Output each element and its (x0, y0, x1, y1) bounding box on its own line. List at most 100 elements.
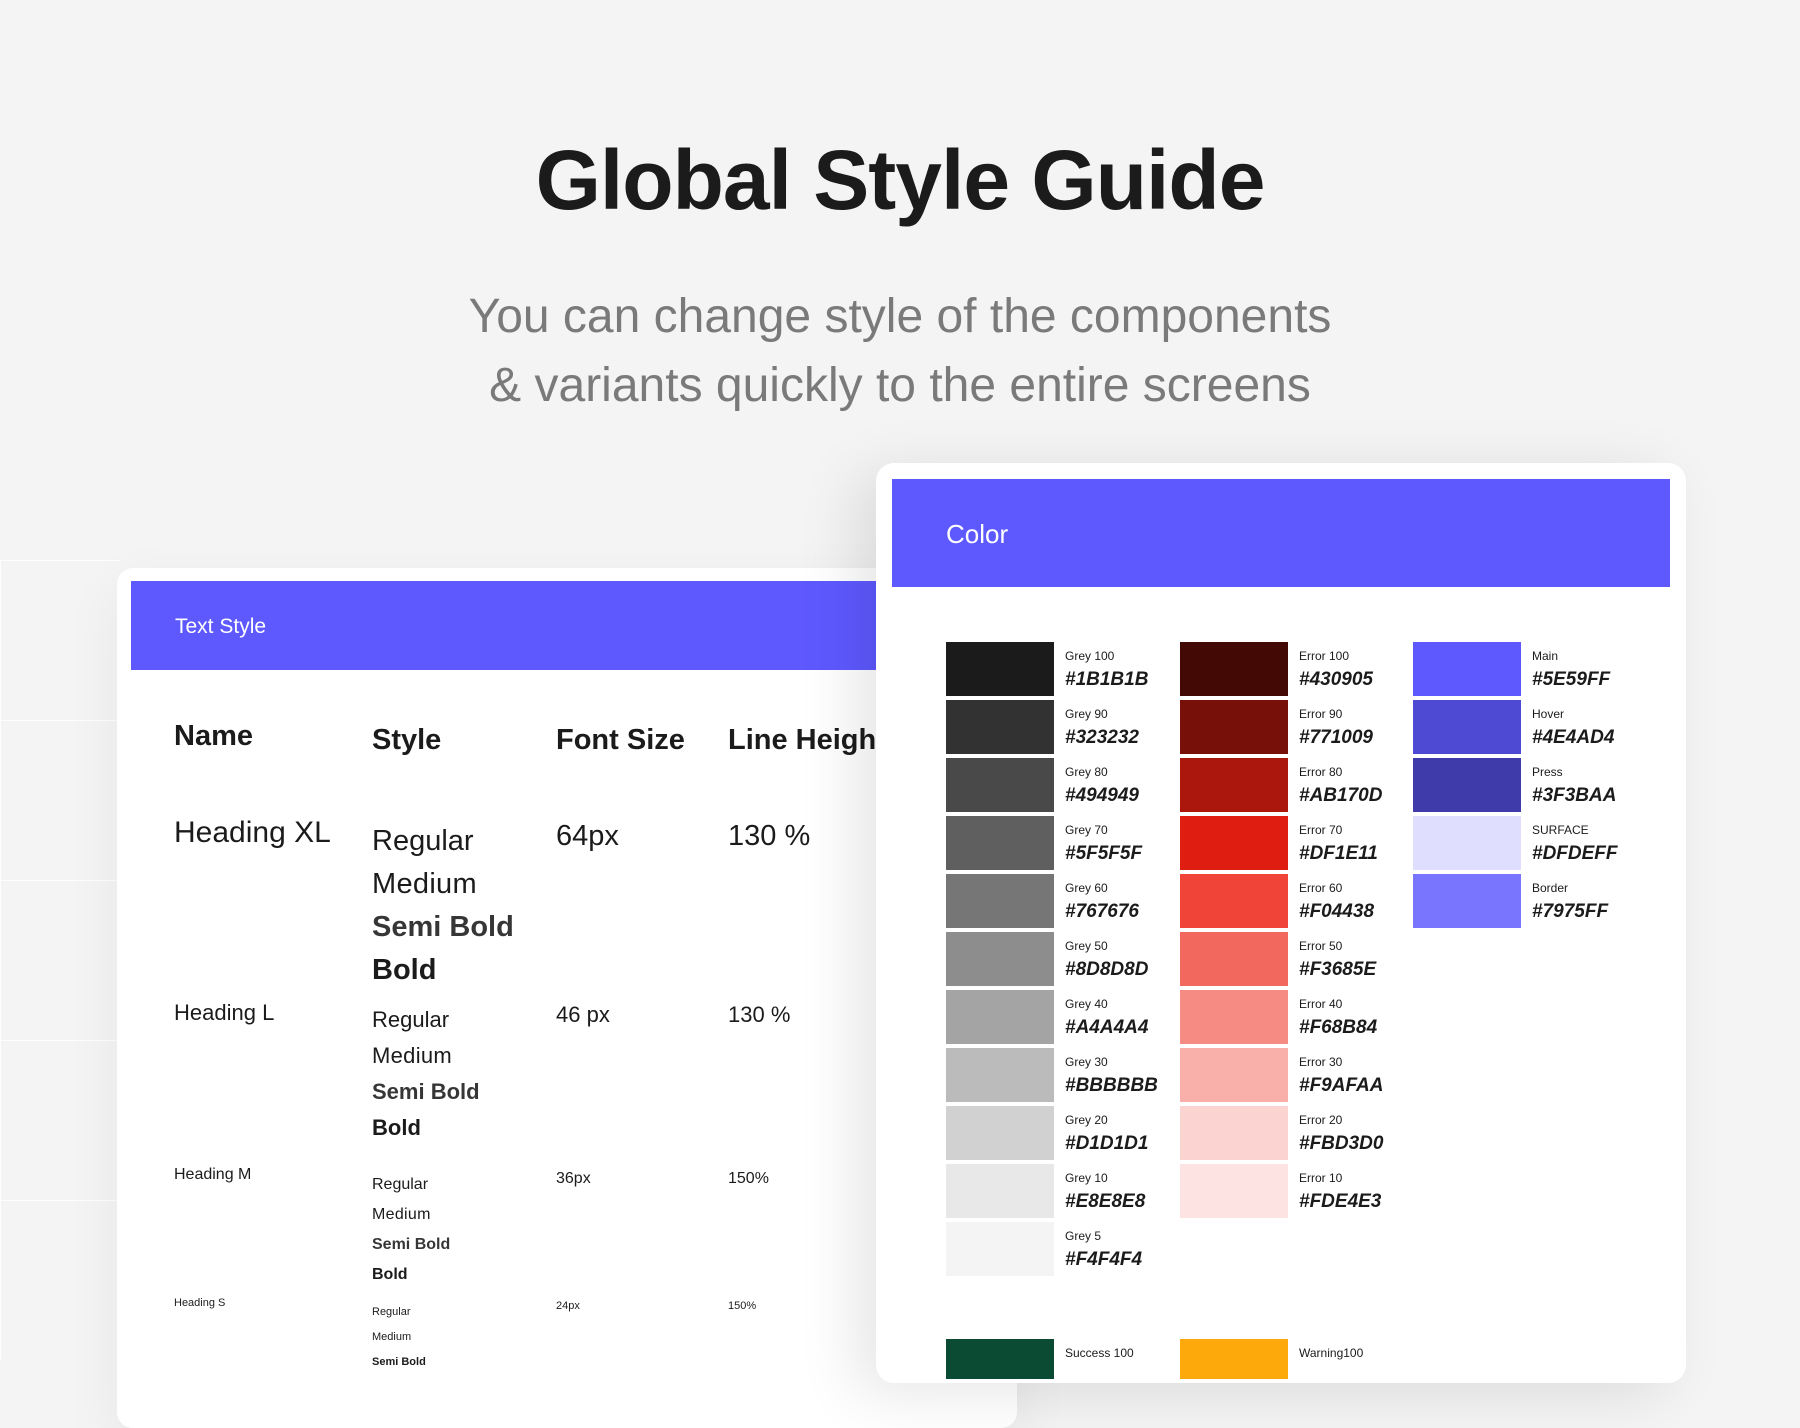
warning-100-swatch (1180, 1339, 1288, 1379)
row-font-size: 64px (556, 820, 619, 852)
swatch-item: Grey 40 #A4A4A4 (946, 990, 1166, 1048)
row-name: Heading M (174, 1166, 252, 1183)
color-swatch (946, 932, 1054, 986)
swatch-hex: #430905 (1299, 669, 1373, 690)
color-swatch (1413, 642, 1521, 696)
style-regular: Regular (372, 1306, 411, 1318)
swatch-hex: #E8E8E8 (1065, 1191, 1146, 1212)
row-styles: Regular Medium Semi Bold Bold (372, 1002, 480, 1146)
swatch-name: Grey 40 (1065, 997, 1108, 1011)
swatch-hex: #BBBBBB (1065, 1075, 1158, 1096)
swatch-item: Grey 30 #BBBBBB (946, 1048, 1166, 1106)
color-swatch (946, 1222, 1054, 1276)
swatch-item: Error 20 #FBD3D0 (1180, 1106, 1400, 1164)
swatch-name: Error 80 (1299, 765, 1343, 779)
swatch-hex: #4E4AD4 (1532, 727, 1615, 748)
swatch-item: Error 80 #AB170D (1180, 758, 1400, 816)
color-swatch (946, 642, 1054, 696)
swatch-item: Hover #4E4AD4 (1413, 700, 1633, 758)
color-title: Color (946, 519, 1009, 549)
color-swatch (1180, 758, 1288, 812)
swatch-hex: #FBD3D0 (1299, 1133, 1384, 1154)
swatch-item: Press #3F3BAA (1413, 758, 1633, 816)
swatch-hex: #F9AFAA (1299, 1075, 1384, 1096)
success-100-label: Success 100 (1065, 1346, 1134, 1360)
swatch-hex: #DFDEFF (1532, 843, 1618, 864)
background-grid (0, 560, 120, 1360)
swatch-name: Main (1532, 649, 1559, 663)
color-swatch (1180, 990, 1288, 1044)
swatch-hex: #771009 (1299, 727, 1373, 748)
swatch-name: Error 60 (1299, 881, 1343, 895)
color-swatch (1180, 1048, 1288, 1102)
swatch-name: Grey 5 (1065, 1229, 1102, 1243)
swatch-item: Error 90 #771009 (1180, 700, 1400, 758)
color-card: Color Grey 100 #1B1B1B Grey 90 #323232 Grey … (876, 463, 1686, 1383)
swatch-hex: #F68B84 (1299, 1017, 1378, 1038)
swatch-item: Error 40 #F68B84 (1180, 990, 1400, 1048)
swatch-hex: #D1D1D1 (1065, 1133, 1149, 1154)
swatch-name: Grey 100 (1065, 649, 1115, 663)
color-swatch (946, 1164, 1054, 1218)
warning-100-label: Warning100 (1299, 1346, 1364, 1360)
swatch-name: Grey 50 (1065, 939, 1108, 953)
swatch-name: Error 20 (1299, 1113, 1343, 1127)
style-bold: Bold (372, 954, 437, 986)
color-swatch (1180, 932, 1288, 986)
column-header-name: Name (174, 720, 253, 752)
swatch-name: Grey 30 (1065, 1055, 1108, 1069)
swatch-hex: #494949 (1065, 785, 1139, 806)
swatch-item: Grey 90 #323232 (946, 700, 1166, 758)
style-bold: Bold (372, 1115, 421, 1140)
row-font-size: 24px (556, 1300, 580, 1312)
row-name: Heading L (174, 1000, 275, 1025)
swatch-item: Grey 10 #E8E8E8 (946, 1164, 1166, 1222)
style-medium: Medium (372, 1206, 431, 1223)
swatch-name: Error 30 (1299, 1055, 1343, 1069)
swatch-item: Error 30 #F9AFAA (1180, 1048, 1400, 1106)
swatch-item: Border #7975FF (1413, 874, 1633, 932)
style-semibold: Semi Bold (372, 1356, 426, 1368)
swatch-name: Error 70 (1299, 823, 1343, 837)
swatch-name: Grey 80 (1065, 765, 1108, 779)
color-swatch (946, 1048, 1054, 1102)
color-swatch (946, 816, 1054, 870)
swatch-item: Grey 70 #5F5F5F (946, 816, 1166, 874)
column-header-font-size: Font Size (556, 724, 685, 756)
swatch-name: Error 100 (1299, 649, 1350, 663)
style-regular: Regular (372, 1176, 429, 1193)
style-medium: Medium (372, 1331, 412, 1343)
color-swatch (1413, 758, 1521, 812)
color-swatch (1180, 700, 1288, 754)
swatch-name: Grey 10 (1065, 1171, 1108, 1185)
swatch-name: Border (1532, 881, 1569, 895)
row-line-height: 150% (728, 1170, 769, 1187)
subtitle-line-2: & variants quickly to the entire screens (489, 359, 1311, 412)
swatch-hex: #323232 (1065, 727, 1139, 748)
swatch-item: Error 70 #DF1E11 (1180, 816, 1400, 874)
swatch-item: Grey 5 #F4F4F4 (946, 1222, 1166, 1280)
color-swatch (1180, 1164, 1288, 1218)
swatch-hex: #FDE4E3 (1299, 1191, 1382, 1212)
swatch-name: Error 40 (1299, 997, 1343, 1011)
row-line-height: 130 % (728, 820, 811, 852)
style-semibold: Semi Bold (372, 1236, 451, 1253)
row-line-height: 150% (728, 1300, 757, 1312)
color-swatch (1180, 1106, 1288, 1160)
style-semibold: Semi Bold (372, 911, 514, 943)
swatch-name: Error 50 (1299, 939, 1343, 953)
swatch-hex: #F4F4F4 (1065, 1249, 1143, 1270)
swatch-hex: #3F3BAA (1532, 785, 1617, 806)
swatch-hex: #5E59FF (1532, 669, 1611, 690)
color-swatch (946, 1106, 1054, 1160)
style-bold: Bold (372, 1266, 408, 1283)
swatch-name: SURFACE (1532, 823, 1589, 837)
color-swatch (1413, 700, 1521, 754)
success-100-swatch (946, 1339, 1054, 1379)
color-swatch (1413, 874, 1521, 928)
color-swatch (946, 990, 1054, 1044)
swatch-hex: #8D8D8D (1065, 959, 1149, 980)
style-medium: Medium (372, 868, 477, 900)
color-swatch (1413, 816, 1521, 870)
swatch-item: Error 100 #430905 (1180, 642, 1400, 700)
